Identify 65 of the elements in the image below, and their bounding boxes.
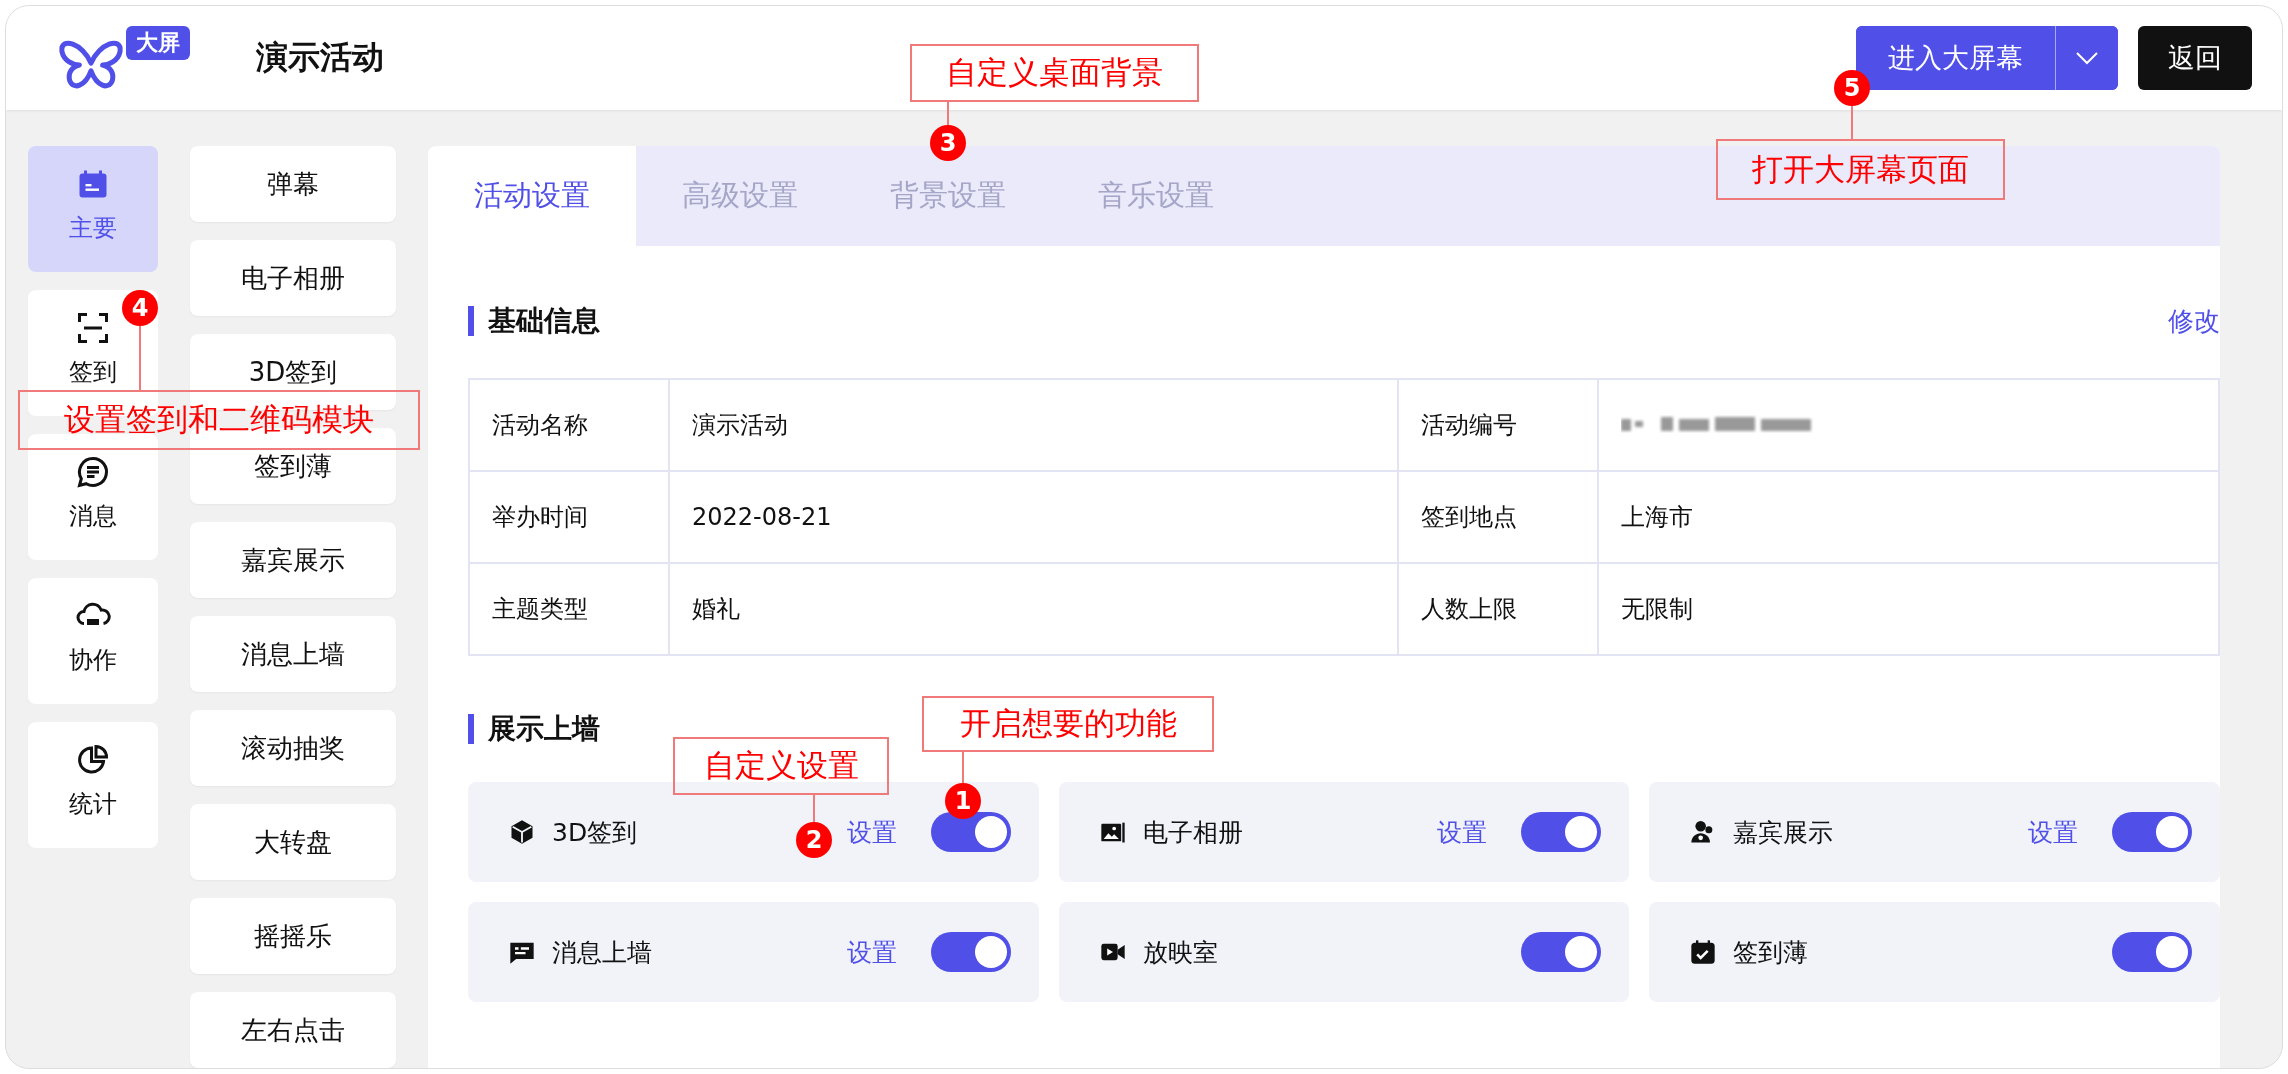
nav-item[interactable]: 主要 [28, 146, 158, 272]
nav-item[interactable]: 统计 [28, 722, 158, 848]
field-label: 举办时间 [470, 472, 670, 564]
field-value: 无限制 [1599, 564, 2220, 656]
toggle-switch[interactable] [1521, 812, 1602, 852]
nav-label: 主要 [69, 213, 117, 244]
field-value: 2022-08-21 [670, 472, 1399, 564]
nav-label: 协作 [69, 645, 117, 676]
feature-label: 消息上墙 [552, 936, 652, 969]
logo-badge: 大屏 [126, 26, 190, 60]
toggle-switch[interactable] [930, 812, 1011, 852]
field-label: 活动名称 [470, 380, 670, 472]
field-label: 主题类型 [470, 564, 670, 656]
toggle-switch[interactable] [1521, 932, 1602, 972]
module-item[interactable]: 消息上墙 [190, 616, 396, 692]
toggle-switch[interactable] [2112, 932, 2192, 972]
callout-label: 开启想要的功能 [922, 696, 1214, 752]
tab[interactable]: 活动设置 [428, 146, 636, 246]
settings-link[interactable]: 设置 [2028, 815, 2078, 849]
callout-label: 打开大屏幕页面 [1716, 139, 2005, 200]
callout-label: 设置签到和二维码模块 [18, 390, 420, 450]
module-item[interactable]: 大转盘 [190, 804, 396, 880]
scan-icon [75, 310, 111, 346]
section-title: 展示上墙 [468, 714, 600, 744]
settings-link[interactable]: 设置 [1437, 815, 1488, 849]
feature-label: 放映室 [1142, 936, 1218, 969]
field-label: 签到地点 [1399, 472, 1599, 564]
callout-label: 自定义设置 [673, 737, 889, 795]
module-item[interactable]: 电子相册 [190, 240, 396, 316]
feature-label: 电子相册 [1142, 816, 1243, 849]
field-value: 上海市 [1599, 472, 2220, 564]
module-item[interactable]: 滚动抽奖 [190, 710, 396, 786]
leader-line [962, 751, 964, 783]
message-icon [75, 454, 111, 490]
toggle-switch[interactable] [930, 932, 1011, 972]
back-button[interactable]: 返回 [2138, 26, 2252, 90]
leader-line [947, 102, 949, 125]
feature-label: 嘉宾展示 [1733, 816, 1834, 849]
field-label: 活动编号 [1399, 380, 1599, 472]
module-item[interactable]: 弹幕 [190, 146, 396, 222]
toggle-switch[interactable] [2112, 812, 2192, 852]
edit-link[interactable]: 修改 [2168, 303, 2220, 339]
settings-link[interactable]: 设置 [846, 935, 897, 969]
nav-item[interactable]: 协作 [28, 578, 158, 704]
leader-line [813, 795, 815, 822]
field-value: 演示活动 [670, 380, 1399, 472]
module-item[interactable]: 嘉宾展示 [190, 522, 396, 598]
settings-link[interactable]: 设置 [846, 815, 897, 849]
nav-label: 消息 [69, 501, 117, 532]
nav-item[interactable]: 消息 [28, 434, 158, 560]
nav-label: 统计 [69, 789, 117, 820]
chevron-down-icon [2075, 51, 2099, 65]
leader-line [1851, 106, 1853, 139]
feature-label: 3D签到 [552, 816, 638, 849]
section-title: 基础信息 [468, 306, 600, 336]
callout-label: 自定义桌面背景 [910, 44, 1199, 102]
feature-label: 签到薄 [1733, 936, 1809, 969]
module-item[interactable]: 左右点击 [190, 992, 396, 1068]
calendar-check-icon [1689, 938, 1718, 966]
field-label: 人数上限 [1399, 564, 1599, 656]
page-title: 演示活动 [256, 37, 384, 78]
module-item[interactable]: 摇摇乐 [190, 898, 396, 974]
field-value: 婚礼 [670, 564, 1399, 656]
leader-line [139, 326, 141, 390]
nav-label: 签到 [69, 357, 117, 388]
